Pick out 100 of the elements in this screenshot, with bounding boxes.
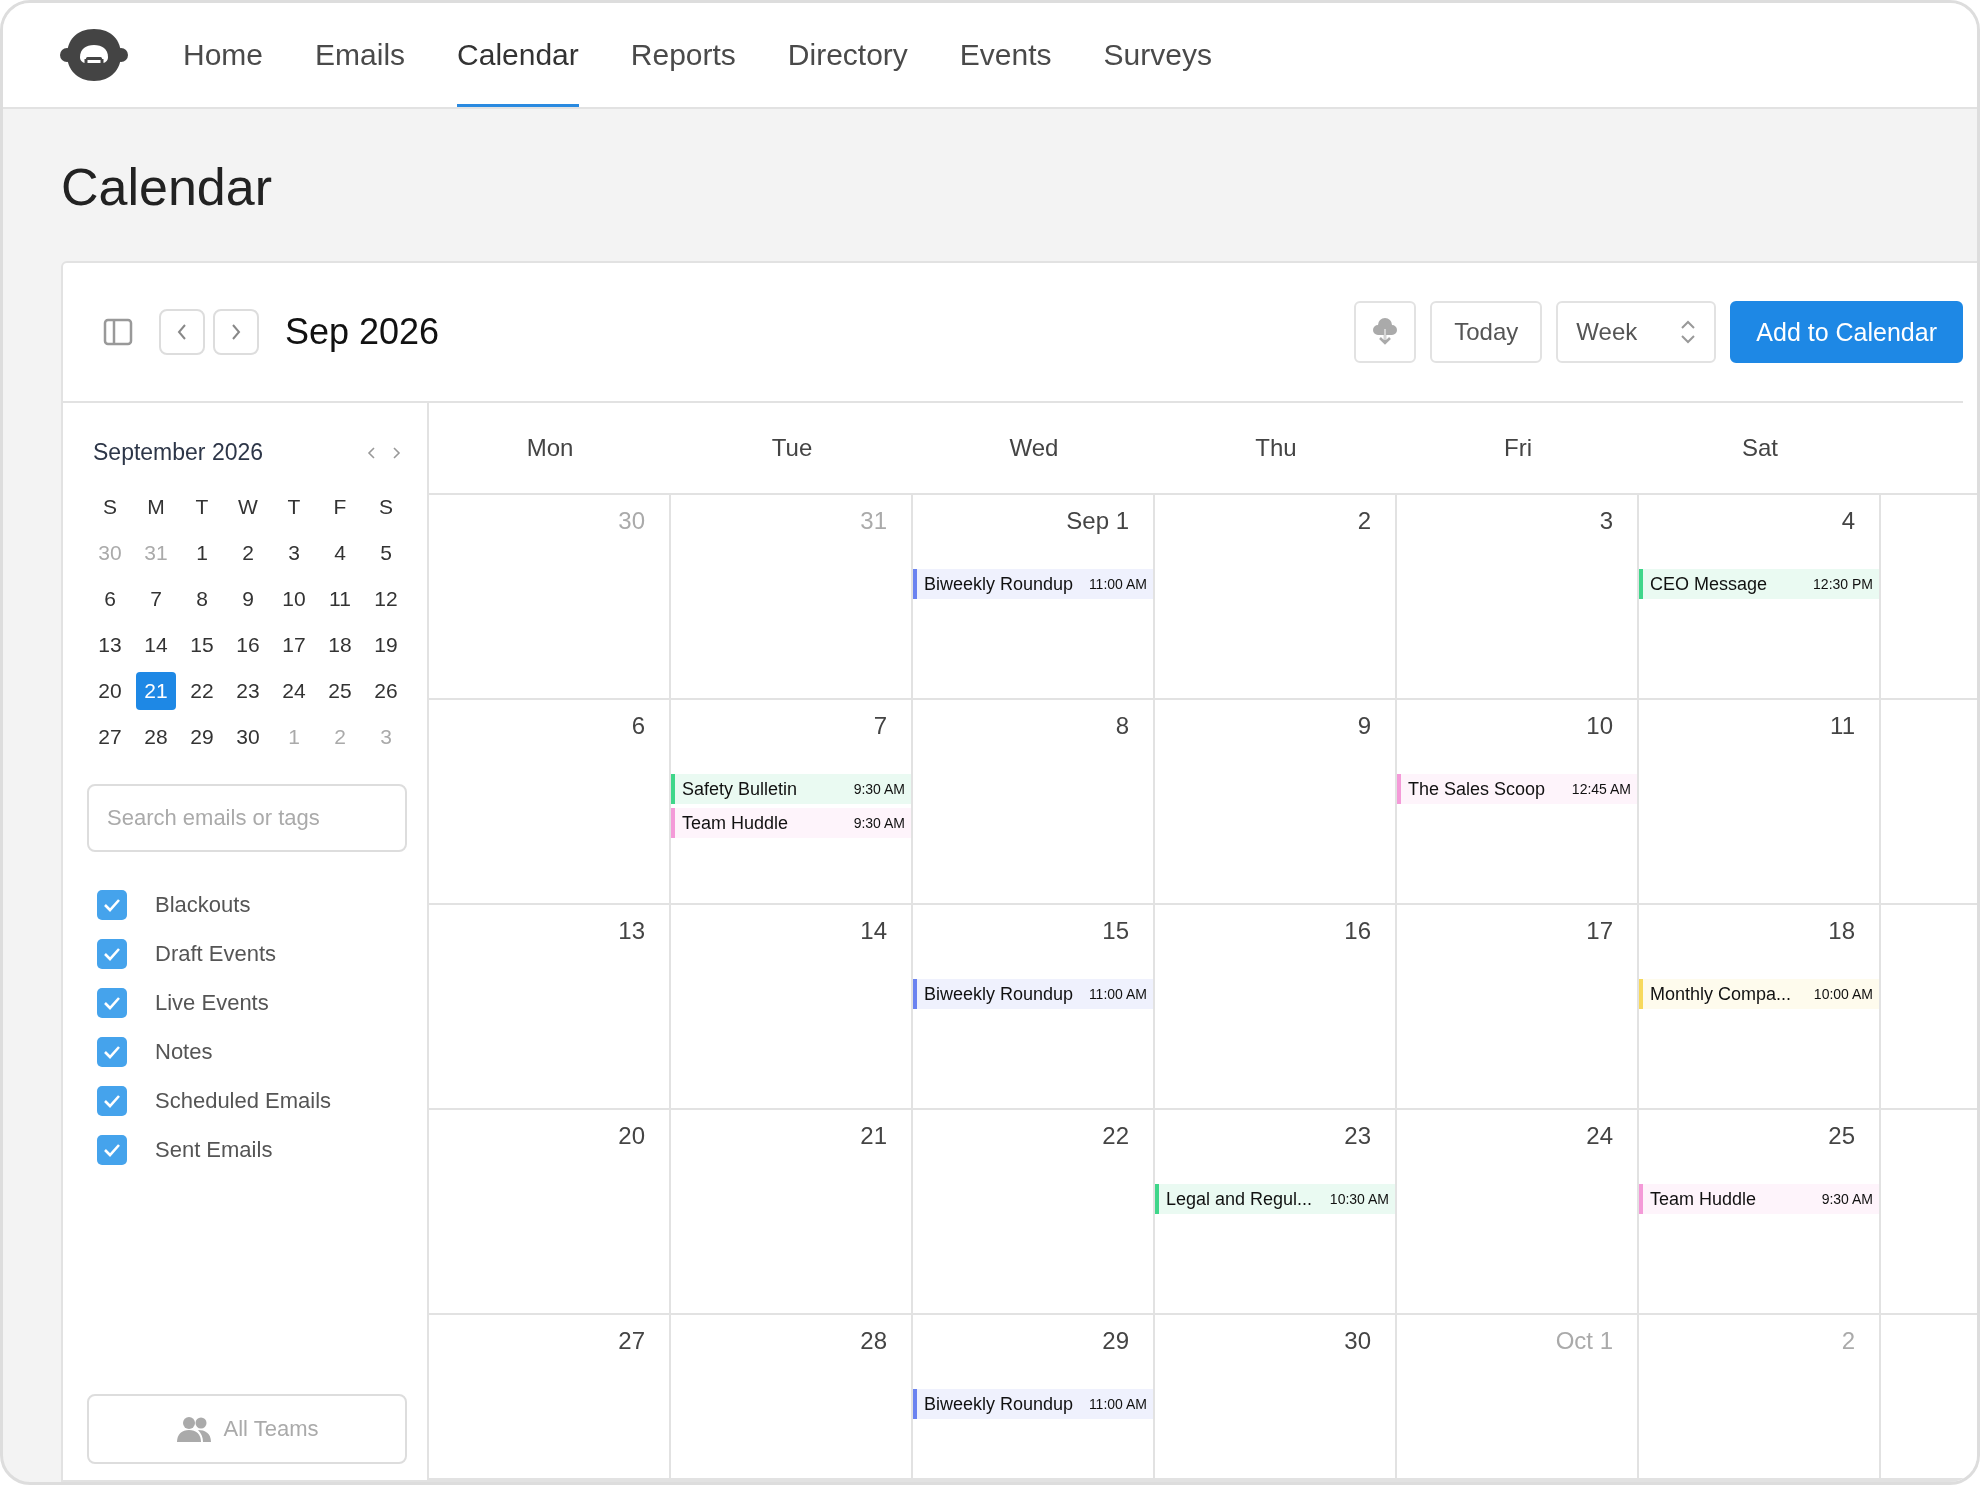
mini-calendar-day[interactable]: 23	[228, 672, 268, 710]
today-button[interactable]: Today	[1430, 301, 1543, 363]
calendar-event[interactable]: Biweekly Roundup 11:00 AM	[913, 979, 1153, 1009]
monkey-logo-icon	[59, 27, 129, 83]
sidebar-toggle-icon[interactable]	[103, 318, 133, 346]
day-number: 9	[1357, 712, 1371, 741]
mini-calendar-day[interactable]: 15	[182, 626, 222, 664]
chevron-right-icon[interactable]	[391, 444, 401, 461]
calendar-event[interactable]: CEO Message 12:30 PM	[1639, 569, 1879, 599]
checkmark-icon	[103, 898, 121, 912]
mini-calendar-day[interactable]: 5	[366, 534, 406, 572]
mini-calendar-day[interactable]: 17	[274, 626, 314, 664]
download-button[interactable]	[1354, 301, 1417, 363]
event-title: CEO Message	[1650, 573, 1769, 595]
calendar-event[interactable]: Safety Bulletin 9:30 AM	[671, 774, 911, 804]
mini-calendar-day[interactable]: 14	[136, 626, 176, 664]
event-time: 11:00 AM	[1088, 1396, 1147, 1412]
view-select[interactable]: Week	[1556, 301, 1717, 363]
weekday-header: Sat	[1639, 403, 1881, 495]
mini-calendar-day[interactable]: 21	[136, 672, 176, 710]
mini-calendar-day[interactable]: 10	[274, 580, 314, 618]
checkbox[interactable]	[97, 890, 127, 920]
nav-tab[interactable]: Calendar	[457, 3, 579, 107]
checkbox[interactable]	[97, 1037, 127, 1067]
day-number: Sep 1	[1066, 507, 1129, 536]
day-number: 23	[1344, 1122, 1371, 1151]
weekday-label: F	[332, 494, 348, 520]
calendar-event[interactable]: Team Huddle 9:30 AM	[1639, 1184, 1879, 1214]
mini-calendar-day[interactable]: 26	[366, 672, 406, 710]
search-field[interactable]: Search emails or tags	[87, 784, 407, 852]
mini-calendar-day[interactable]: 18	[320, 626, 360, 664]
day-number: 27	[618, 1327, 645, 1356]
mini-calendar-day[interactable]: 13	[90, 626, 130, 664]
checkmark-icon	[103, 947, 121, 961]
mini-calendar-day[interactable]: 2	[228, 534, 268, 572]
nav-tab[interactable]: Events	[959, 3, 1052, 107]
mini-calendar-day[interactable]: 30	[228, 718, 268, 756]
weekday-header: Fri	[1397, 403, 1639, 495]
nav-tab[interactable]: Reports	[630, 3, 736, 107]
mini-calendar-day[interactable]: 9	[228, 580, 268, 618]
nav-tab[interactable]: Emails	[315, 3, 406, 107]
filter-label: Blackouts	[155, 892, 251, 918]
mini-calendar-day[interactable]: 16	[228, 626, 268, 664]
mini-calendar-day[interactable]: 1	[182, 534, 222, 572]
day-number: 17	[1586, 917, 1613, 946]
mini-calendar-day[interactable]: 8	[182, 580, 222, 618]
mini-calendar-day[interactable]: 25	[320, 672, 360, 710]
mini-calendar-day[interactable]: 22	[182, 672, 222, 710]
chevron-right-icon	[230, 323, 242, 341]
event-title: Legal and Regul...	[1166, 1188, 1314, 1210]
checkbox[interactable]	[97, 939, 127, 969]
calendar-event[interactable]: Legal and Regul... 10:30 AM	[1155, 1184, 1395, 1214]
mini-calendar-day[interactable]: 29	[182, 718, 222, 756]
day-number: 30	[1344, 1327, 1371, 1356]
mini-calendar-day[interactable]: 6	[90, 580, 130, 618]
calendar-event[interactable]: Biweekly Roundup 11:00 AM	[913, 569, 1153, 599]
nav-tab[interactable]: Surveys	[1103, 3, 1212, 107]
day-number: 24	[1586, 1122, 1613, 1151]
page-title: Calendar	[61, 157, 274, 217]
calendar-event[interactable]: Monthly Compa... 10:00 AM	[1639, 979, 1879, 1009]
day-number: 7	[873, 712, 887, 741]
nav-tab[interactable]: Directory	[787, 3, 908, 107]
up-down-chevron-icon	[1680, 318, 1697, 346]
event-title: Safety Bulletin	[682, 778, 799, 800]
checkbox[interactable]	[97, 1086, 127, 1116]
nav-tab[interactable]: Home	[183, 3, 264, 107]
day-number: 3	[1599, 507, 1613, 536]
day-number: 4	[1841, 507, 1855, 536]
calendar-event[interactable]: Team Huddle 9:30 AM	[671, 808, 911, 838]
mini-calendar-day[interactable]: 28	[136, 718, 176, 756]
calendar-event[interactable]: The Sales Scoop 12:45 AM	[1397, 774, 1637, 804]
event-time: 11:00 AM	[1088, 576, 1147, 592]
add-to-calendar-button[interactable]: Add to Calendar	[1730, 301, 1963, 363]
mini-calendar-day[interactable]: 4	[320, 534, 360, 572]
event-time: 10:00 AM	[1813, 986, 1873, 1002]
filter-label: Notes	[155, 1039, 213, 1065]
mini-calendar-day[interactable]: 27	[90, 718, 130, 756]
mini-calendar-day[interactable]: 20	[90, 672, 130, 710]
mini-calendar-day[interactable]: 19	[366, 626, 406, 664]
chevron-left-icon[interactable]	[367, 444, 377, 461]
day-number: 6	[631, 712, 645, 741]
mini-calendar-day[interactable]: 11	[320, 580, 360, 618]
mini-calendar-day[interactable]: 24	[274, 672, 314, 710]
weekday-header: Tue	[671, 403, 913, 495]
day-number: 22	[1102, 1122, 1129, 1151]
weekday-label: T	[194, 494, 210, 520]
mini-calendar-day[interactable]: 12	[366, 580, 406, 618]
mini-calendar-day[interactable]: 3	[274, 534, 314, 572]
people-icon	[175, 1416, 212, 1442]
chevron-left-icon	[176, 323, 188, 341]
mini-calendar-day[interactable]: 7	[136, 580, 176, 618]
previous-button[interactable]	[159, 309, 205, 355]
day-number: 21	[860, 1122, 887, 1151]
day-number: 25	[1828, 1122, 1855, 1151]
checkbox[interactable]	[97, 988, 127, 1018]
mini-calendar-title: September 2026	[93, 439, 264, 466]
checkbox[interactable]	[97, 1135, 127, 1165]
calendar-event[interactable]: Biweekly Roundup 11:00 AM	[913, 1389, 1153, 1419]
next-button[interactable]	[213, 309, 259, 355]
checkmark-icon	[103, 996, 121, 1010]
